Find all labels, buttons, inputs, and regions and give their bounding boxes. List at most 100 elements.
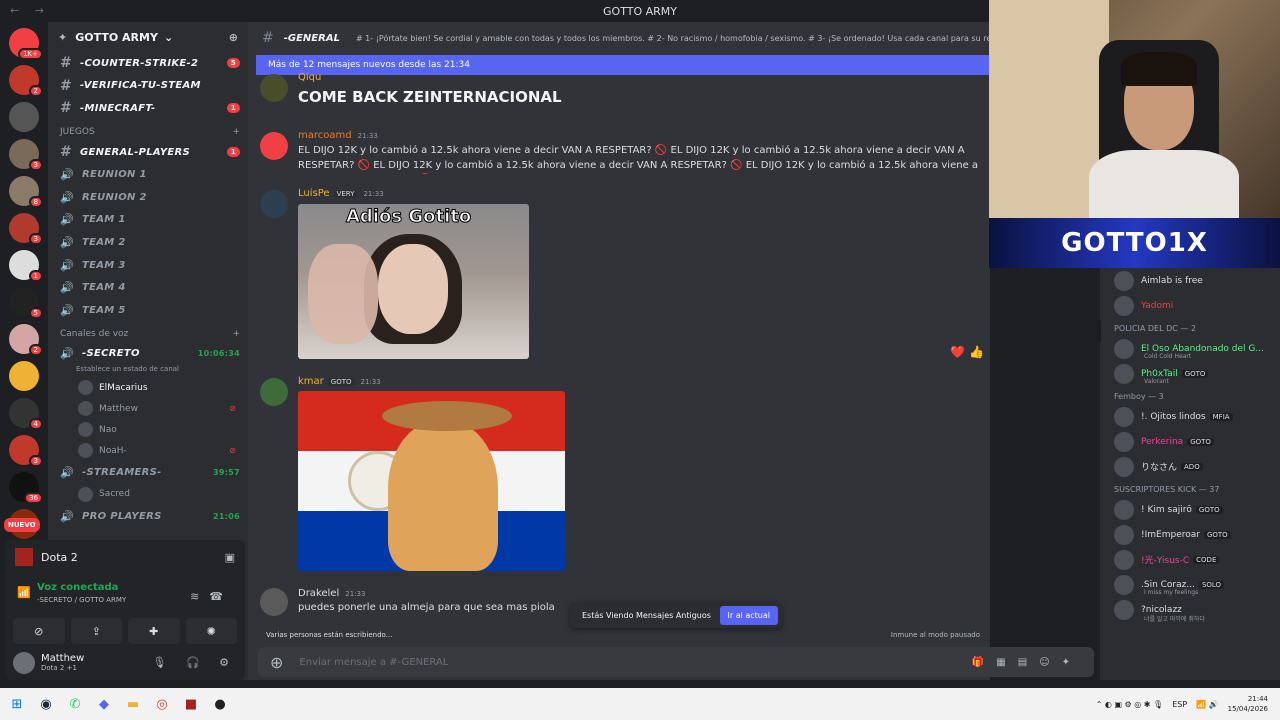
guild-header[interactable]: ✦ GOTTO ARMY ⌄ ⊕: [48, 22, 248, 52]
avatar[interactable]: [260, 74, 288, 102]
member-item[interactable]: Aimlab is free: [1100, 268, 1280, 293]
activities-button[interactable]: ✚: [128, 618, 180, 644]
windows-start-icon[interactable]: ⊞: [5, 692, 29, 716]
avatar[interactable]: [260, 378, 288, 406]
channel-item[interactable]: 🔊 TEAM 4: [48, 276, 248, 299]
username[interactable]: Drakelel 21:33: [298, 588, 365, 599]
screen-icon[interactable]: ▣: [225, 551, 235, 564]
message-composer[interactable]: ⊕ Enviar mensaje a #-GENERAL 🎁▦▤☺✦: [258, 647, 1094, 677]
voice-user[interactable]: Nao: [48, 419, 248, 440]
jump-to-present-button[interactable]: Ir al actual: [719, 605, 778, 625]
camera-off-button[interactable]: ⊘: [13, 618, 65, 644]
member-tag: ADO: [1181, 462, 1203, 471]
member-item[interactable]: !. Ojitos lindos MFIA: [1100, 404, 1280, 429]
whatsapp-icon[interactable]: ✆: [63, 692, 87, 716]
username[interactable]: marcoamd 21:33: [298, 130, 378, 141]
dota-icon[interactable]: ■: [179, 692, 203, 716]
app-icon[interactable]: ●: [208, 692, 232, 716]
mic-headset-settings-icon[interactable]: 🎙 🎧 ⚙: [152, 656, 237, 669]
server-icon[interactable]: 5: [9, 287, 43, 319]
add-member-icon[interactable]: ⊕: [229, 31, 238, 44]
channel-item[interactable]: 🔊 TEAM 2: [48, 231, 248, 254]
voice-channel-pro-players[interactable]: 🔊 PRO PLAYERS 21:06: [48, 505, 248, 528]
discord-icon[interactable]: ◆: [92, 692, 116, 716]
new-messages-bar[interactable]: Más de 12 mensajes nuevos desde las 21:3…: [256, 55, 996, 75]
meme-image[interactable]: [298, 391, 565, 571]
voice-user[interactable]: Sacred: [48, 484, 248, 505]
voice-channel-streamers[interactable]: 🔊 -STREAMERS- 39:57: [48, 461, 248, 484]
channel-item[interactable]: 🔊 TEAM 5: [48, 299, 248, 322]
folder-icon[interactable]: ▬: [121, 692, 145, 716]
voice-channel-secreto[interactable]: 🔊 -SECRETO 10:06:34: [48, 343, 248, 366]
server-icon[interactable]: [9, 102, 39, 132]
username[interactable]: kmar GOTO 21:33: [298, 376, 381, 387]
avatar[interactable]: [260, 588, 288, 616]
server-icon[interactable]: 3: [9, 213, 43, 245]
channel-item[interactable]: # -VERIFICA-TU-STEAM: [48, 75, 248, 98]
composer-placeholder[interactable]: Enviar mensaje a #-GENERAL: [299, 657, 448, 668]
reaction-bar[interactable]: ❤️ 👍: [950, 345, 984, 359]
avatar[interactable]: [13, 651, 35, 674]
clock[interactable]: 21:44 15/04/2026: [1228, 694, 1268, 714]
channel-item[interactable]: 🔊 TEAM 1: [48, 209, 248, 232]
share-screen-button[interactable]: ⇪: [70, 618, 122, 644]
server-icon[interactable]: 4: [9, 398, 43, 430]
avatar[interactable]: [260, 190, 288, 218]
signal-icon[interactable]: 📶: [17, 586, 31, 599]
chrome-icon[interactable]: ◎: [150, 692, 174, 716]
channel-item[interactable]: 🔊 TEAM 3: [48, 254, 248, 277]
member-item[interactable]: ! Kim sajirō GOTO: [1100, 497, 1280, 522]
channel-topic[interactable]: # 1- ¡Pórtate bien! Se cordial y amable …: [356, 34, 990, 43]
network-volume-icon[interactable]: 📶 🔊: [1196, 700, 1218, 709]
server-icon[interactable]: 3: [9, 435, 43, 467]
composer-tools-icon[interactable]: 🎁▦▤☺✦: [972, 657, 1082, 668]
disconnect-icon[interactable]: ≋☎: [190, 590, 233, 603]
add-attachment-icon[interactable]: ⊕: [270, 653, 283, 672]
add-channel-icon[interactable]: +: [232, 329, 240, 339]
member-item[interactable]: Ph0xTail GOTO Valorant: [1100, 361, 1280, 386]
category-voz[interactable]: Canales de voz +: [48, 322, 248, 343]
scrollbar[interactable]: [1097, 320, 1101, 342]
member-item[interactable]: ?nicolazz 너를 알고 마악에 취하다: [1100, 597, 1280, 623]
category-juegos[interactable]: JUEGOS +: [48, 120, 248, 141]
new-badge: NUEVO: [4, 518, 40, 532]
activity-row[interactable]: Dota 2 ▣: [5, 540, 245, 574]
gif-image[interactable]: Adiós Gotito: [298, 204, 529, 359]
member-item[interactable]: りなさん ADO: [1100, 454, 1280, 479]
member-item[interactable]: !ImEmperoar GOTO: [1100, 522, 1280, 547]
steam-icon[interactable]: ◉: [34, 692, 58, 716]
server-icon[interactable]: 8: [9, 176, 43, 208]
avatar[interactable]: [260, 132, 288, 160]
voice-user[interactable]: ElMacarius: [48, 377, 248, 398]
tray-icons[interactable]: ⌃ ◐ ▣ ⚙ ◎ ✱ 🎙: [1096, 700, 1164, 709]
voice-user[interactable]: NoaH- ⊘: [48, 440, 248, 461]
channel-item[interactable]: # GENERAL-PLAYERS 1: [48, 141, 248, 164]
member-item[interactable]: Yadomi: [1100, 293, 1280, 318]
username[interactable]: LuisPe VERY 21:33: [298, 188, 384, 199]
channel-item[interactable]: 🔊 REUNION 2: [48, 186, 248, 209]
server-icon[interactable]: 2: [9, 324, 43, 356]
voice-user-name: Matthew: [99, 403, 138, 414]
server-icon[interactable]: 36: [9, 472, 43, 504]
voice-user-name: Nao: [99, 424, 117, 435]
add-channel-icon[interactable]: +: [232, 127, 240, 137]
server-icon[interactable]: 3: [9, 139, 43, 171]
language-indicator[interactable]: ESP: [1172, 700, 1187, 709]
member-item[interactable]: !光-Yisus-C CODE: [1100, 547, 1280, 572]
member-item[interactable]: El Oso Abandonado del G... Cold Cold Hear…: [1100, 336, 1280, 361]
channel-item[interactable]: 🔊 REUNION 1: [48, 163, 248, 186]
server-icon[interactable]: [9, 361, 39, 391]
voice-user[interactable]: Matthew ⊘: [48, 398, 248, 419]
member-item[interactable]: Perkerina GOTO: [1100, 429, 1280, 454]
channel-item[interactable]: # -MINECRAFT- 1: [48, 97, 248, 120]
channel-status[interactable]: Establece un estado de canal: [48, 365, 248, 377]
server-icon[interactable]: 1K+: [9, 28, 43, 60]
member-item[interactable]: .Sin Coraz... SOLO I miss my feelings: [1100, 572, 1280, 597]
channel-item[interactable]: # -COUNTER-STRIKE-2 5: [48, 52, 248, 75]
history-nav[interactable]: ← →: [10, 4, 50, 17]
soundboard-button[interactable]: ✺: [185, 618, 237, 644]
server-icon[interactable]: 1: [9, 250, 43, 282]
server-badge: 36: [24, 492, 43, 504]
server-icon[interactable]: 2: [9, 65, 43, 97]
username[interactable]: Qiqu: [298, 72, 321, 83]
